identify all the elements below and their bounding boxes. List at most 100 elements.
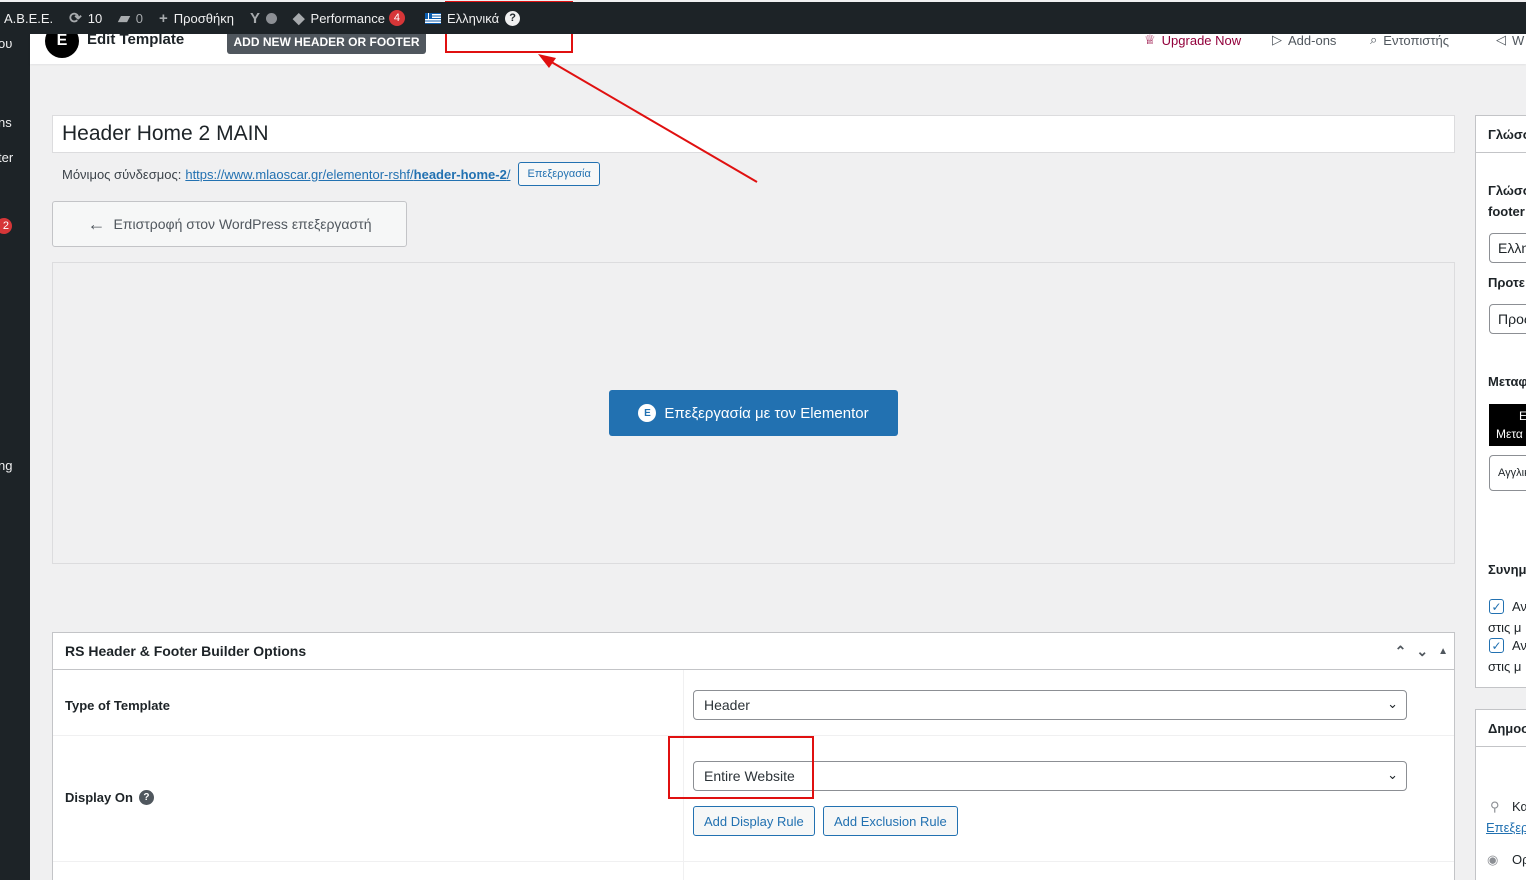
side-menu-badge: 2 bbox=[0, 218, 12, 234]
metabox-controls: ⌃ ⌄ ▲ bbox=[1395, 633, 1448, 670]
side-menu-item[interactable]: ter bbox=[0, 150, 13, 165]
edit-with-elementor-label: Επεξεργασία με τον Elementor bbox=[664, 404, 869, 422]
publish-status-edit-link[interactable]: Επεξερ bbox=[1486, 820, 1526, 835]
post-title-input[interactable]: Header Home 2 MAIN bbox=[52, 115, 1455, 153]
language-select-value: Ελλη bbox=[1498, 240, 1526, 256]
search-label: Εντοπιστής bbox=[1383, 32, 1449, 48]
language-label: Ελληνικά bbox=[446, 10, 500, 26]
greek-flag-icon bbox=[424, 12, 441, 24]
translation-el-line2: Μετα bbox=[1496, 427, 1523, 441]
display-on-highlight bbox=[668, 736, 814, 799]
metabox-title: RS Header & Footer Builder Options bbox=[65, 643, 307, 659]
refresh-icon: ⟳ bbox=[69, 10, 82, 27]
permalink-slug: header-home-2 bbox=[413, 166, 507, 182]
language-switcher[interactable]: Ελληνικά ? bbox=[417, 2, 528, 34]
translation-el-line1: Ε bbox=[1519, 409, 1526, 423]
type-of-template-select[interactable]: Header ⌄ bbox=[693, 690, 1407, 720]
proto-select-value: Προς bbox=[1498, 311, 1526, 327]
back-to-wp-editor-button[interactable]: ← Επιστροφή στον WordPress επεξεργαστή bbox=[52, 201, 407, 247]
upgrade-now-label: Upgrade Now bbox=[1161, 32, 1242, 48]
sync-option-1-line2: στις μ bbox=[1488, 620, 1522, 635]
search-icon: ⌕ bbox=[1370, 32, 1378, 47]
permalink-row: Μόνιμος σύνδεσμος: https://www.mlaoscar.… bbox=[62, 162, 600, 186]
display-on-label: Display On bbox=[65, 790, 133, 805]
metabox-header: RS Header & Footer Builder Options ⌃ ⌄ ▲ bbox=[53, 633, 1454, 670]
site-name-text: Α.Β.Ε.Ε. bbox=[4, 10, 54, 26]
sync-checkbox-1[interactable]: ✓ bbox=[1489, 599, 1504, 614]
pin-icon: ⚲ bbox=[1490, 799, 1500, 814]
publish-metabox: Δημοσ ⚲ Κα Επεξερ ◉ Ορ bbox=[1475, 709, 1526, 880]
edit-with-elementor-button[interactable]: E Επεξεργασία με τον Elementor bbox=[609, 390, 898, 436]
comments-link[interactable]: ▰ 0 bbox=[110, 2, 151, 34]
new-content-label: Προσθήκη bbox=[173, 10, 234, 26]
search-link[interactable]: ⌕ Εντοπιστής bbox=[1370, 32, 1449, 48]
admin-side-menu: ου ns ter 2 ng bbox=[0, 34, 30, 880]
permalink-link[interactable]: https://www.mlaoscar.gr/elementor-rshf/h… bbox=[185, 167, 510, 182]
language-label-line1: Γλώσσ bbox=[1488, 183, 1526, 198]
site-name-link[interactable]: Α.Β.Ε.Ε. bbox=[0, 2, 61, 34]
upgrade-now-link[interactable]: ♕ Upgrade Now bbox=[1144, 32, 1241, 48]
sync-checkbox-2[interactable]: ✓ bbox=[1489, 638, 1504, 653]
seo-status-dot-icon bbox=[265, 12, 277, 24]
move-up-icon[interactable]: ⌃ bbox=[1395, 643, 1407, 660]
back-to-wp-editor-label: Επιστροφή στον WordPress επεξεργαστή bbox=[113, 216, 372, 232]
addons-link[interactable]: ▷ Add-ons bbox=[1272, 32, 1336, 48]
header-footer-topbar: E Edit Template ADD NEW HEADER OR FOOTER… bbox=[30, 24, 1526, 64]
question-icon: ? bbox=[505, 10, 521, 26]
proto-label: Προτε bbox=[1488, 275, 1525, 290]
translation-en-value: Αγγλικ bbox=[1498, 467, 1526, 479]
whats-new-link[interactable]: ◁ W bbox=[1496, 32, 1524, 48]
performance-label: Performance bbox=[310, 10, 385, 26]
comment-icon: ▰ bbox=[118, 10, 130, 27]
updates-link[interactable]: ⟳ 10 bbox=[61, 2, 110, 34]
side-menu-item[interactable]: ns bbox=[0, 115, 12, 130]
publish-metabox-title: Δημοσ bbox=[1488, 721, 1526, 736]
addons-icon: ▷ bbox=[1272, 32, 1282, 47]
permalink-edit-button[interactable]: Επεξεργασία bbox=[518, 162, 600, 186]
type-of-template-row: Type of Template Header ⌄ bbox=[53, 670, 1454, 736]
comments-count: 0 bbox=[135, 10, 143, 26]
arrow-left-icon: ← bbox=[87, 213, 106, 234]
permalink-end: / bbox=[506, 166, 511, 182]
translation-el-button[interactable]: Ε Μετα bbox=[1489, 404, 1526, 446]
visibility-label: Ορ bbox=[1512, 852, 1526, 867]
language-metabox-title: Γλώσσ bbox=[1488, 127, 1526, 142]
megaphone-icon: ◁ bbox=[1496, 32, 1506, 47]
yoast-icon: Y bbox=[249, 9, 260, 27]
side-menu-item[interactable]: ng bbox=[0, 458, 12, 473]
performance-menu[interactable]: ◆ Performance 4 bbox=[285, 2, 413, 34]
permalink-label: Μόνιμος σύνδεσμος: bbox=[62, 166, 182, 182]
type-of-template-value: Header bbox=[704, 697, 750, 713]
publish-status-label: Κα bbox=[1512, 799, 1526, 814]
add-exclusion-rule-button[interactable]: Add Exclusion Rule bbox=[823, 806, 958, 836]
crown-icon: ♕ bbox=[1144, 32, 1156, 47]
sync-option-2-line1: Αν bbox=[1512, 638, 1526, 653]
proto-select[interactable]: Προς bbox=[1489, 304, 1526, 334]
translations-label: Μεταφ bbox=[1488, 374, 1526, 389]
toggle-panel-icon[interactable]: ▲ bbox=[1438, 646, 1448, 657]
language-metabox: Γλώσσ Γλώσσ footer Ελλη Προτε Προς Μεταφ… bbox=[1475, 115, 1526, 688]
yoast-menu[interactable]: Y bbox=[242, 2, 285, 34]
plus-icon: + bbox=[158, 9, 168, 27]
admin-bar: Α.Β.Ε.Ε. ⟳ 10 ▰ 0 + Προσθήκη Y ◆ Perform… bbox=[0, 2, 1526, 34]
language-label-line2: footer bbox=[1488, 204, 1525, 219]
language-select[interactable]: Ελλη bbox=[1489, 233, 1526, 263]
sync-option-2-line2: στις μ bbox=[1488, 659, 1522, 674]
whats-new-label: W bbox=[1512, 32, 1525, 48]
add-display-rule-button[interactable]: Add Display Rule bbox=[693, 806, 815, 836]
help-icon[interactable]: ? bbox=[138, 790, 154, 805]
translation-en-field[interactable]: Αγγλικ bbox=[1489, 455, 1526, 491]
chevron-down-icon: ⌄ bbox=[1387, 696, 1398, 711]
performance-icon: ◆ bbox=[292, 10, 305, 27]
elementor-icon: E bbox=[638, 404, 657, 422]
sync-label: Συνημ bbox=[1488, 562, 1526, 577]
eye-icon: ◉ bbox=[1487, 852, 1499, 867]
move-down-icon[interactable]: ⌄ bbox=[1416, 643, 1428, 660]
new-content-link[interactable]: + Προσθήκη bbox=[151, 2, 242, 34]
side-menu-item[interactable]: ου bbox=[0, 36, 12, 51]
post-title-value: Header Home 2 MAIN bbox=[62, 122, 269, 145]
addons-label: Add-ons bbox=[1288, 32, 1337, 48]
permalink-base: https://www.mlaoscar.gr/elementor-rshf/ bbox=[185, 166, 414, 182]
type-of-template-label: Type of Template bbox=[65, 698, 170, 713]
chevron-down-icon: ⌄ bbox=[1387, 767, 1398, 782]
